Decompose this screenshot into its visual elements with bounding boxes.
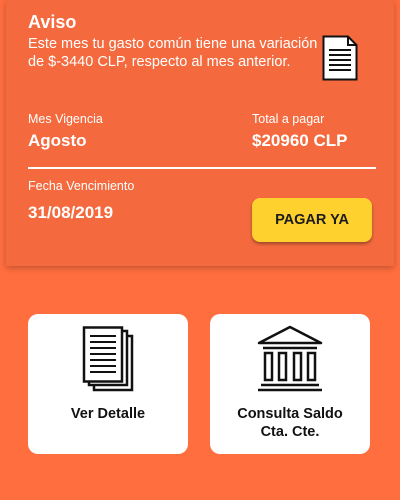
- bill-summary-card: Aviso Este mes tu gasto común tiene una …: [6, 0, 394, 266]
- balance-inquiry-label-line1: Consulta Saldo: [237, 406, 343, 422]
- balance-inquiry-tile[interactable]: Consulta Saldo Cta. Cte.: [210, 314, 370, 454]
- bank-icon: [257, 325, 323, 392]
- total-value: $20960 CLP: [252, 131, 348, 150]
- due-date-value: 31/08/2019: [28, 203, 114, 222]
- documents-stack-icon: [82, 326, 134, 392]
- month-value: Agosto: [28, 131, 87, 150]
- total-label: Total a pagar: [252, 112, 325, 126]
- document-icon: [322, 35, 358, 81]
- balance-inquiry-label-line2: Cta. Cte.: [260, 424, 320, 440]
- notice-message: Este mes tu gasto común tiene una variac…: [28, 36, 318, 70]
- view-detail-tile[interactable]: Ver Detalle: [28, 314, 188, 454]
- divider: [28, 167, 376, 169]
- due-date-label: Fecha Vencimiento: [28, 179, 135, 193]
- month-label: Mes Vigencia: [28, 112, 103, 126]
- pay-now-button[interactable]: PAGAR YA: [252, 198, 372, 242]
- notice-title: Aviso: [28, 12, 77, 32]
- view-detail-label: Ver Detalle: [70, 406, 146, 422]
